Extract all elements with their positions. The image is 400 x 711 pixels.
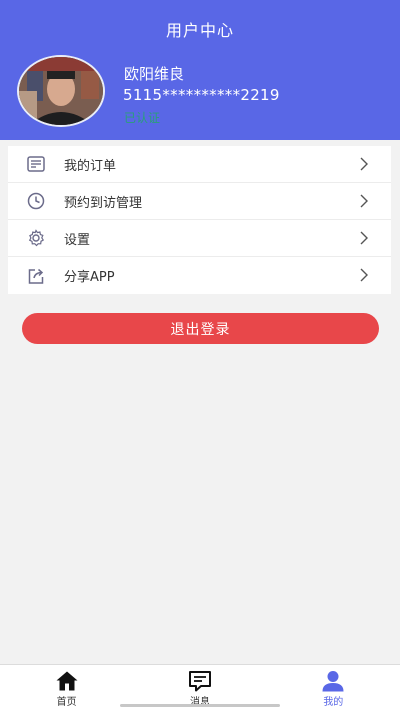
menu-item-label: 预约到访管理 [64, 195, 143, 211]
menu-list: 我的订单 预约到访管理 设置 分享APP [8, 146, 391, 294]
logout-button[interactable]: 退出登录 [22, 313, 379, 344]
message-icon [188, 671, 211, 692]
home-icon [56, 671, 78, 691]
menu-item-appointments[interactable]: 预约到访管理 [8, 183, 391, 220]
header: 用户中心 欧阳维良 5115**********2219 已认证 [0, 0, 400, 140]
status-badge: 已认证 [124, 111, 161, 125]
chevron-right-icon [360, 268, 368, 282]
order-list-icon [26, 154, 46, 174]
avatar-photo [19, 57, 103, 125]
avatar[interactable] [17, 55, 105, 127]
user-id: 5115**********2219 [123, 86, 280, 104]
tab-home[interactable]: 首页 [0, 665, 133, 711]
menu-item-orders[interactable]: 我的订单 [8, 146, 391, 183]
menu-item-label: 分享APP [64, 270, 115, 285]
user-name: 欧阳维良 [124, 65, 185, 83]
menu-item-settings[interactable]: 设置 [8, 220, 391, 257]
gear-icon [26, 228, 46, 248]
clock-icon [26, 191, 46, 211]
menu-item-share[interactable]: 分享APP [8, 257, 391, 294]
menu-item-label: 设置 [64, 232, 91, 248]
share-icon [26, 266, 46, 286]
tab-label: 我的 [323, 697, 344, 708]
page-title: 用户中心 [165, 21, 234, 40]
chevron-right-icon [360, 194, 368, 208]
chevron-right-icon [360, 157, 368, 171]
tab-profile[interactable]: 我的 [267, 665, 400, 711]
menu-item-label: 我的订单 [64, 158, 117, 174]
profile-icon [322, 671, 344, 692]
tab-label: 首页 [56, 697, 77, 708]
chevron-right-icon [360, 231, 368, 245]
home-indicator [120, 704, 280, 707]
